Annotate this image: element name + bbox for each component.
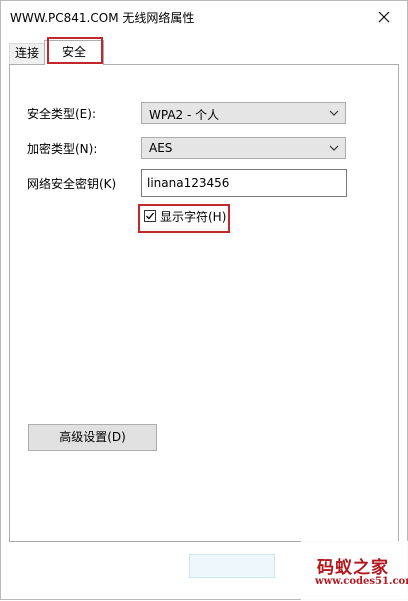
security-type-label: 安全类型(E): (27, 107, 96, 121)
encryption-type-label: 加密类型(N): (27, 142, 98, 156)
tab-security[interactable]: 安全 (44, 40, 104, 65)
chevron-down-icon (329, 110, 339, 116)
tab-connection[interactable]: 连接 (9, 43, 45, 64)
security-panel (9, 64, 399, 542)
encryption-type-select[interactable]: AES (141, 137, 346, 159)
watermark-url: www.codes51.com (315, 576, 408, 587)
advanced-settings-button[interactable]: 高级设置(D) (28, 424, 157, 451)
watermark-logo: 码蚁之家 www.codes51.com (301, 541, 408, 601)
wireless-properties-dialog: WWW.PC841.COM 无线网络属性 连接 安全 安全类型(E): WPA2… (0, 0, 408, 601)
tab-strip: 连接 安全 (9, 40, 399, 65)
checkmark-icon (146, 212, 155, 220)
network-key-input[interactable]: linana123456 (141, 169, 347, 197)
chevron-down-icon (329, 145, 339, 151)
advanced-settings-label: 高级设置(D) (59, 430, 126, 444)
tab-security-label: 安全 (61, 45, 86, 59)
ok-button[interactable] (189, 554, 275, 578)
close-icon (378, 11, 390, 23)
network-key-label: 网络安全密钥(K) (27, 177, 117, 191)
network-key-value: linana123456 (147, 176, 230, 190)
watermark-title: 码蚁之家 (317, 558, 389, 578)
encryption-type-value: AES (149, 141, 173, 155)
tab-connection-label: 连接 (14, 46, 39, 60)
window-title: WWW.PC841.COM 无线网络属性 (10, 11, 195, 25)
close-button[interactable] (361, 1, 407, 33)
security-type-value: WPA2 - 个人 (149, 108, 220, 122)
title-bar[interactable]: WWW.PC841.COM 无线网络属性 (1, 1, 407, 33)
show-characters-label: 显示字符(H) (160, 210, 227, 224)
security-type-select[interactable]: WPA2 - 个人 (141, 102, 346, 124)
show-characters-checkbox[interactable] (144, 210, 156, 222)
